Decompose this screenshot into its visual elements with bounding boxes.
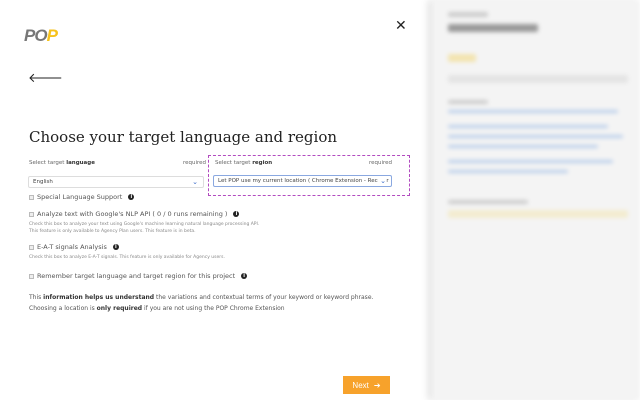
wizard-panel: POP ✕ 🡐 Choose your target language and … [0, 0, 432, 400]
checkbox[interactable] [29, 244, 34, 250]
info-icon[interactable]: i [112, 244, 119, 250]
checkbox[interactable] [29, 194, 34, 200]
info-icon[interactable]: i [128, 194, 135, 200]
checkbox[interactable] [29, 211, 34, 217]
remember-option[interactable]: Remember target language and target regi… [29, 272, 248, 280]
region-select[interactable]: Let POP use my current location ( Chrome… [213, 175, 392, 187]
special-language-option[interactable]: Special Language Support i [29, 193, 135, 201]
arrow-right-icon: ➔ [373, 380, 381, 390]
back-arrow-icon[interactable]: 🡐 [28, 70, 63, 86]
option-label: Special Language Support [37, 193, 123, 201]
eat-option[interactable]: E-A-T signals Analysis i [29, 243, 119, 251]
blurred-background-panel [432, 0, 640, 400]
checkbox[interactable] [29, 273, 34, 279]
next-button[interactable]: Next ➔ [343, 376, 390, 394]
page-title: Choose your target language and region [29, 128, 338, 146]
region-label: Select target region [215, 160, 273, 166]
pop-logo: POP [24, 26, 58, 45]
language-label: Select target language [29, 160, 95, 166]
option-label: Analyze text with Google's NLP API ( 0 /… [37, 210, 228, 218]
nlp-help: Check this box to analyze your text usin… [29, 222, 260, 234]
language-required: required [183, 160, 207, 166]
option-label: E-A-T signals Analysis [37, 243, 107, 251]
eat-help: Check this box to analyze E-A-T signals.… [29, 255, 225, 260]
nlp-option[interactable]: Analyze text with Google's NLP API ( 0 /… [29, 210, 240, 218]
option-label: Remember target language and target regi… [37, 272, 236, 280]
close-icon[interactable]: ✕ [395, 18, 407, 34]
chevron-down-icon: ⌄ [192, 178, 198, 186]
chevron-down-icon: ⌄ [378, 177, 386, 185]
info-text: This information helps us understand the… [29, 294, 374, 312]
region-required: required [369, 160, 393, 166]
language-select[interactable]: English ⌄ [28, 176, 204, 188]
info-icon[interactable]: i [241, 273, 248, 279]
info-icon[interactable]: i [233, 211, 240, 217]
